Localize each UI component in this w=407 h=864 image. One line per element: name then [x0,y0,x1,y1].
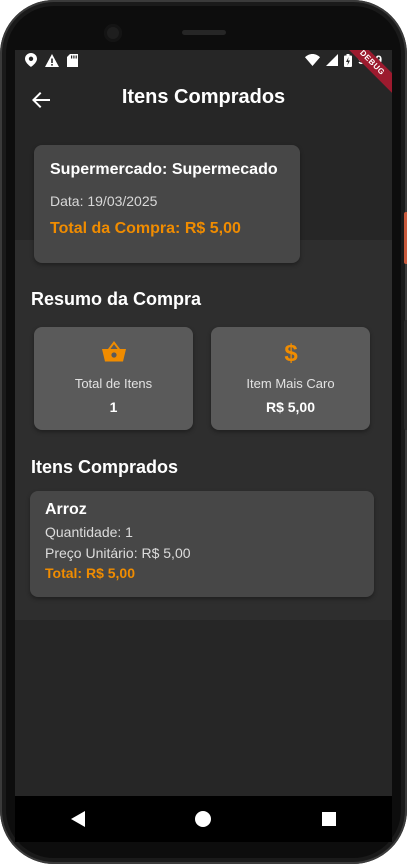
stat-card-most-expensive: $ Item Mais Caro R$ 5,00 [211,327,370,430]
item-total: Total: R$ 5,00 [45,565,135,581]
items-section-title: Itens Comprados [31,457,179,477]
square-recents-icon [322,812,337,826]
status-bar: 9:59 [15,50,392,72]
nav-back-button[interactable] [58,799,98,839]
triangle-back-icon [70,811,85,827]
signal-icon [325,54,338,66]
front-camera [104,24,122,42]
item-unit-price: Preço Unitário: R$ 5,00 [45,545,191,561]
purchase-date: Data: 19/03/2025 [50,193,158,209]
item-name: Arroz [45,501,87,518]
page-title: Itens Comprados [121,86,286,108]
stat-label: Total de Itens [74,376,153,391]
sd-card-icon [67,53,78,67]
battery-icon [343,53,352,67]
earpiece-speaker [182,30,226,35]
stat-label: Item Mais Caro [246,376,335,391]
location-icon [25,53,37,67]
stat-value: R$ 5,00 [265,399,316,415]
nav-home-button[interactable] [183,799,223,839]
circle-home-icon [195,811,212,827]
system-nav-bar [15,796,392,842]
dollar-icon: $ [284,340,298,365]
item-quantity: Quantidade: 1 [45,524,133,540]
shopping-basket-icon [101,341,126,362]
status-left-icons [25,53,78,67]
wifi-icon [304,54,320,66]
stat-value: 1 [109,399,118,415]
phone-frame: 9:59 DEBUG Itens Comprados Supermercado:… [0,0,407,864]
list-item[interactable]: Arroz Quantidade: 1 Preço Unitário: R$ 5… [30,491,374,597]
store-name: Supermercado: Supermecado [50,161,278,178]
stat-card-total-items: Total de Itens 1 [34,327,193,430]
svg-text:$: $ [284,340,298,365]
warning-icon [45,53,59,67]
app-bar: Itens Comprados [15,72,392,128]
app-screen: 9:59 DEBUG Itens Comprados Supermercado:… [15,50,392,830]
purchase-total: Total da Compra: R$ 5,00 [50,220,241,237]
purchase-info-card: Supermercado: Supermecado Data: 19/03/20… [34,145,300,263]
nav-recents-button[interactable] [309,799,349,839]
summary-section-title: Resumo da Compra [31,289,202,309]
